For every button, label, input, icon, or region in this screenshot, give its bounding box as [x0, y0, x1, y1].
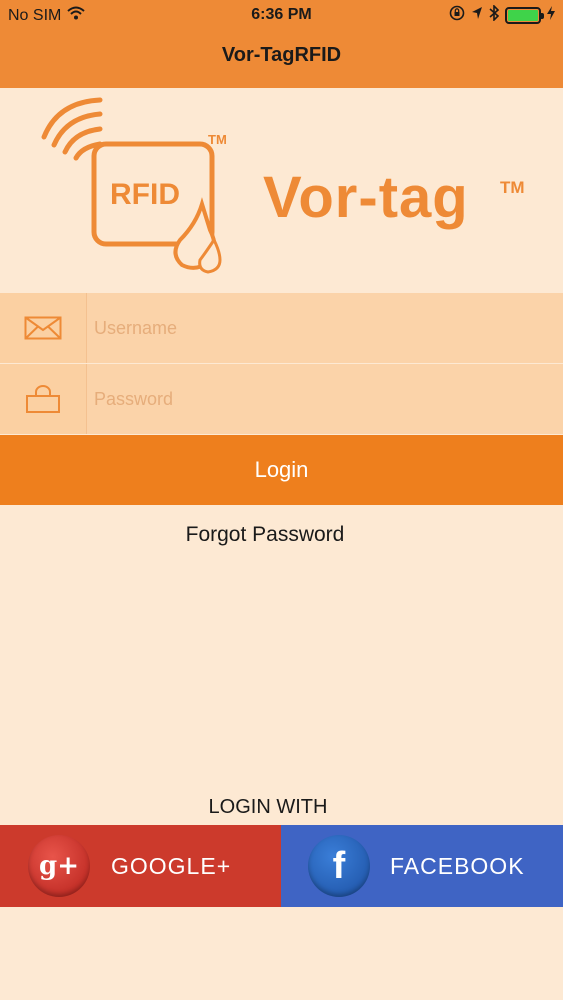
- lock-icon: [26, 385, 60, 413]
- google-plus-icon: g+: [28, 835, 90, 897]
- location-icon: [471, 6, 483, 25]
- facebook-label: FACEBOOK: [390, 852, 525, 879]
- brand-name: Vor-tag: [263, 165, 469, 230]
- brand-tm: TM: [500, 178, 525, 197]
- charging-icon: [547, 6, 555, 25]
- lock-rotation-icon: [449, 5, 465, 26]
- username-row: [0, 293, 563, 363]
- forgot-password-link[interactable]: Forgot Password: [0, 523, 530, 547]
- battery-nub: [541, 13, 544, 19]
- badge-tm: TM: [208, 132, 227, 147]
- page-title: Vor-TagRFID: [221, 44, 342, 66]
- login-button[interactable]: Login: [0, 435, 563, 505]
- google-label: GOOGLE+: [111, 852, 232, 879]
- password-icon-cell: [0, 364, 87, 434]
- app-header: No SIM 6:36 PM Vor-TagRFID: [0, 0, 563, 88]
- status-right: [449, 4, 555, 26]
- facebook-icon: f: [308, 835, 370, 897]
- password-input[interactable]: [94, 364, 554, 434]
- facebook-login-button[interactable]: f FACEBOOK: [281, 825, 563, 907]
- status-bar: No SIM 6:36 PM: [0, 0, 563, 30]
- login-with-heading: LOGIN WITH: [208, 796, 328, 818]
- bluetooth-icon: [489, 4, 500, 26]
- username-icon-cell: [0, 293, 87, 363]
- google-login-button[interactable]: g+ GOOGLE+: [0, 825, 281, 907]
- username-input[interactable]: [94, 293, 554, 363]
- password-row: [0, 364, 563, 434]
- battery-icon: [505, 7, 544, 24]
- battery-level: [508, 10, 538, 21]
- rfid-badge-text: RFID: [110, 178, 180, 211]
- envelope-icon: [24, 316, 62, 340]
